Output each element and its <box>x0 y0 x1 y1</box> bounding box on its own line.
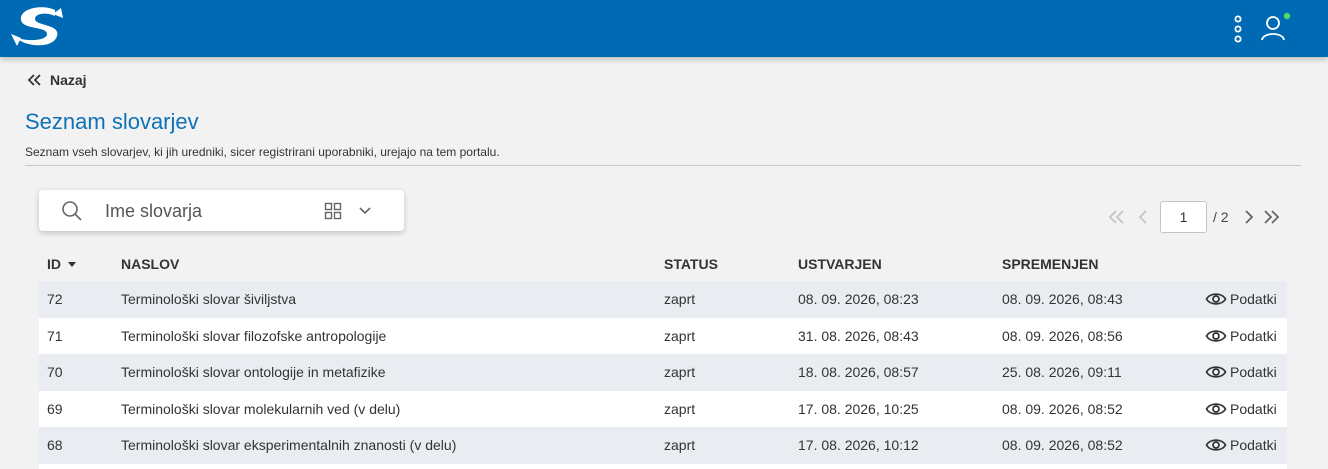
page-total: / 2 <box>1213 209 1229 225</box>
row-modified: 25. 08. 2026, 09:11 <box>1002 364 1122 380</box>
dictionary-table: ID NASLOV STATUS USTVARJEN SPREMENJEN 72… <box>39 246 1287 469</box>
details-button[interactable]: Podatki <box>1205 326 1277 346</box>
grid-view-icon[interactable] <box>324 202 342 220</box>
row-modified: 08. 09. 2026, 08:43 <box>1002 291 1123 307</box>
details-button[interactable]: Podatki <box>1205 289 1277 309</box>
row-id: 70 <box>47 364 63 380</box>
row-id: 69 <box>47 400 63 417</box>
details-button-label: Podatki <box>1230 327 1277 344</box>
table-row-partial <box>39 463 1287 469</box>
row-status: zaprt <box>664 437 696 453</box>
details-button-label: Podatki <box>1230 400 1277 417</box>
table-row[interactable]: 72 Terminološki slovar šiviljstva zaprt … <box>39 281 1287 318</box>
eye-icon <box>1205 366 1227 378</box>
table-header: ID NASLOV STATUS USTVARJEN SPREMENJEN <box>39 246 1287 281</box>
row-created: 08. 09. 2026, 08:23 <box>798 291 919 307</box>
online-status-dot <box>1283 12 1291 20</box>
row-title: Terminološki slovar šiviljstva <box>121 291 297 307</box>
details-button[interactable]: Podatki <box>1205 435 1277 455</box>
row-status: zaprt <box>664 327 696 344</box>
row-status: zaprt <box>664 291 696 307</box>
details-button-label: Podatki <box>1230 364 1277 380</box>
row-id: 68 <box>47 437 63 453</box>
row-created: 17. 08. 2026, 10:25 <box>798 400 919 417</box>
table-row[interactable]: 69 Terminološki slovar molekularnih ved … <box>39 390 1287 427</box>
s-logo-icon[interactable] <box>9 6 65 50</box>
kebab-menu-icon[interactable] <box>1228 14 1248 44</box>
row-modified: 08. 09. 2026, 08:52 <box>1002 400 1123 417</box>
first-page-icon[interactable] <box>1105 206 1127 228</box>
search-box <box>39 190 404 231</box>
row-status: zaprt <box>664 364 696 380</box>
column-header-status[interactable]: STATUS <box>664 256 718 272</box>
table-row[interactable]: 70 Terminološki slovar ontologije in met… <box>39 354 1287 391</box>
table-row[interactable]: 71 Terminološki slovar filozofske antrop… <box>39 317 1287 354</box>
column-header-id[interactable]: ID <box>47 256 77 272</box>
row-id: 71 <box>47 327 63 344</box>
prev-page-icon[interactable] <box>1132 206 1154 228</box>
next-page-icon[interactable] <box>1238 206 1260 228</box>
row-status: zaprt <box>664 400 696 417</box>
chevron-down-icon[interactable] <box>357 203 373 219</box>
row-created: 17. 08. 2026, 10:12 <box>798 437 919 453</box>
details-button[interactable]: Podatki <box>1205 399 1277 419</box>
user-icon[interactable] <box>1258 12 1292 44</box>
row-modified: 08. 09. 2026, 08:56 <box>1002 327 1123 344</box>
details-button[interactable]: Podatki <box>1205 362 1277 382</box>
eye-icon <box>1205 439 1227 451</box>
last-page-icon[interactable] <box>1261 206 1283 228</box>
details-button-label: Podatki <box>1230 291 1277 307</box>
column-header-modified[interactable]: SPREMENJEN <box>1002 256 1098 272</box>
eye-icon <box>1205 293 1227 305</box>
row-title: Terminološki slovar molekularnih ved (v … <box>121 400 401 417</box>
row-modified: 08. 09. 2026, 08:52 <box>1002 437 1123 453</box>
search-input[interactable] <box>103 196 312 226</box>
table-row[interactable]: 68 Terminološki slovar eksperimentalnih … <box>39 427 1287 464</box>
back-link[interactable]: Nazaj <box>26 70 87 90</box>
eye-icon <box>1205 402 1227 415</box>
row-created: 31. 08. 2026, 08:43 <box>798 327 919 344</box>
divider <box>25 165 1301 166</box>
row-title: Terminološki slovar filozofske antropolo… <box>121 327 387 344</box>
column-header-created[interactable]: USTVARJEN <box>798 256 882 272</box>
double-chevron-left-icon <box>27 74 41 86</box>
page-number-input[interactable] <box>1160 201 1207 233</box>
eye-icon <box>1205 329 1227 342</box>
row-title: Terminološki slovar ontologije in metafi… <box>121 364 386 380</box>
search-icon <box>62 201 82 221</box>
details-button-label: Podatki <box>1230 437 1277 453</box>
column-header-title[interactable]: NASLOV <box>121 256 179 272</box>
row-created: 18. 08. 2026, 08:57 <box>798 364 919 380</box>
row-title: Terminološki slovar eksperimentalnih zna… <box>121 437 457 453</box>
back-link-label: Nazaj <box>50 72 87 88</box>
top-bar <box>0 0 1328 57</box>
sort-desc-icon <box>68 262 76 267</box>
row-id: 72 <box>47 291 63 307</box>
page-subtitle: Seznam vseh slovarjev, ki jih uredniki, … <box>25 145 500 159</box>
page-title: Seznam slovarjev <box>25 109 199 134</box>
